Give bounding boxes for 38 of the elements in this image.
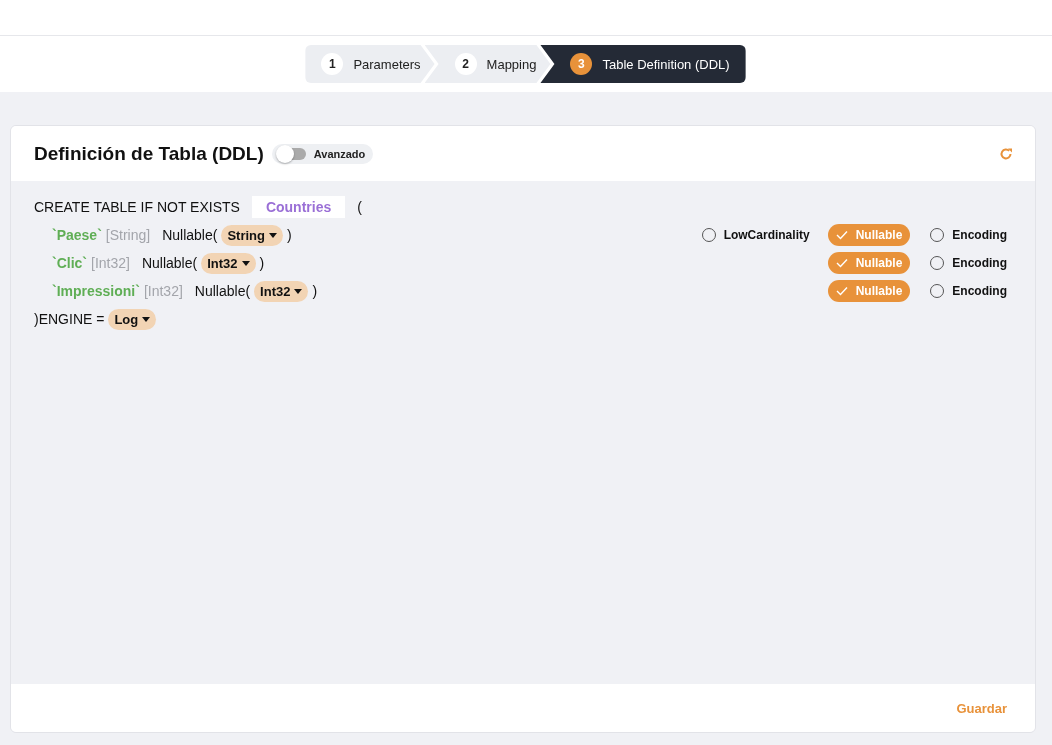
sql-paren: ) xyxy=(287,227,292,243)
caret-icon xyxy=(269,232,277,238)
source-type: [String] xyxy=(105,227,151,243)
sql-keyword: CREATE TABLE IF NOT EXISTS xyxy=(34,199,240,215)
source-type: [Int32] xyxy=(143,283,183,299)
engine-dropdown[interactable]: Log xyxy=(108,308,157,330)
caret-icon xyxy=(142,316,151,322)
table-name-field[interactable]: Countries xyxy=(251,196,346,218)
column-name: `Paese` xyxy=(52,227,102,243)
step-tab[interactable]: 3 Table Definition (DDL) xyxy=(540,45,746,83)
engine-label: )ENGINE = xyxy=(34,311,105,327)
step-tab[interactable]: 1 Parameters xyxy=(305,45,435,83)
type-dropdown[interactable]: Int32 xyxy=(254,280,309,302)
type-dropdown[interactable]: Int32 xyxy=(201,252,256,274)
check-icon xyxy=(835,230,848,240)
sql-paren: ( xyxy=(357,199,362,215)
option-radio[interactable]: LowCardinality xyxy=(701,228,810,242)
nullable-wrapper: Nullable( xyxy=(194,283,251,299)
nullable-wrapper: Nullable( xyxy=(141,255,198,271)
caret-icon xyxy=(241,260,250,266)
column-name: `Impressioni` xyxy=(52,283,140,299)
sql-paren: ) xyxy=(259,255,265,271)
nullable-wrapper: Nullable( xyxy=(162,227,218,243)
sql-paren: ) xyxy=(312,283,318,299)
card-title: Definición de Tabla (DDL) xyxy=(34,142,264,165)
advanced-toggle[interactable]: Avanzado xyxy=(271,143,374,164)
option-radio[interactable]: Encoding xyxy=(930,256,1007,270)
source-type: [Int32] xyxy=(91,255,130,271)
step-tab[interactable]: 2 Mapping xyxy=(424,45,551,83)
check-icon xyxy=(835,258,848,268)
check-icon xyxy=(835,286,848,296)
caret-icon xyxy=(294,288,303,294)
option-radio[interactable]: Encoding xyxy=(930,228,1007,242)
option-radio[interactable]: Encoding xyxy=(930,284,1007,298)
toggle-switch[interactable] xyxy=(277,147,306,160)
column-name: `Clic` xyxy=(52,255,87,271)
refresh-icon[interactable] xyxy=(999,146,1013,161)
type-dropdown[interactable]: String xyxy=(221,224,283,246)
